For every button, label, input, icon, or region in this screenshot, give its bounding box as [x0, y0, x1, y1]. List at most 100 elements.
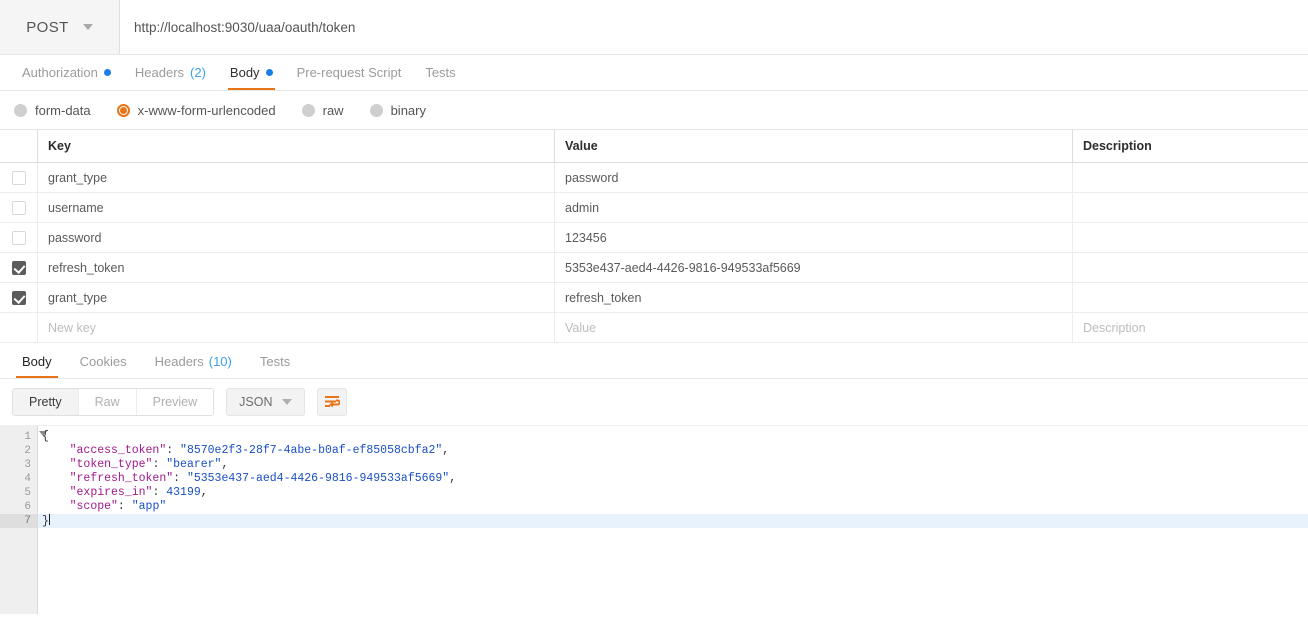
- token-key: "refresh_token": [69, 472, 174, 485]
- response-body-viewer[interactable]: 12 3 4 5 67 { "access_token": "8570e2f3-28f7…: [0, 425, 1308, 614]
- code-line: "expires_in": 43199,: [38, 486, 1308, 500]
- token-pun: ,: [221, 458, 229, 471]
- body-type-form-data[interactable]: form-data: [14, 103, 91, 118]
- checkbox-unchecked-icon[interactable]: [11, 230, 26, 245]
- param-description-cell[interactable]: [1073, 193, 1308, 222]
- param-key-cell[interactable]: username: [38, 193, 555, 222]
- param-key: grant_type: [48, 170, 108, 185]
- code-line: "refresh_token": "5353e437-aed4-4426-981…: [38, 472, 1308, 486]
- param-key-cell[interactable]: grant_type: [38, 163, 555, 192]
- text-cursor: [48, 514, 50, 525]
- tab-label: Cookies: [79, 354, 127, 369]
- token-num: 43199: [166, 486, 201, 499]
- token-pun: :: [117, 500, 132, 513]
- new-value-input[interactable]: Value: [565, 321, 596, 335]
- postman-window: POST http://localhost:9030/uaa/oauth/tok…: [0, 0, 1308, 619]
- token-pun: [42, 500, 70, 513]
- body-type-label: x-www-form-urlencoded: [137, 102, 276, 118]
- param-value-cell[interactable]: 123456: [555, 223, 1073, 252]
- checkbox-unchecked-icon[interactable]: [11, 170, 26, 185]
- radio-icon[interactable]: [116, 103, 130, 117]
- table-row[interactable]: password 123456: [0, 223, 1308, 253]
- table-row[interactable]: grant_type password: [0, 163, 1308, 193]
- view-mode-preview[interactable]: Preview: [135, 389, 214, 415]
- table-header-row: Key Value Description: [0, 130, 1308, 163]
- request-url-bar: POST http://localhost:9030/uaa/oauth/tok…: [0, 0, 1308, 55]
- param-value-cell[interactable]: refresh_token: [555, 283, 1073, 312]
- code-line: "access_token": "8570e2f3-28f7-4abe-b0af…: [38, 444, 1308, 458]
- checkbox-checked-icon[interactable]: [11, 290, 26, 305]
- param-key-cell[interactable]: grant_type: [38, 283, 555, 312]
- param-description-cell[interactable]: [1073, 283, 1308, 312]
- response-tab-cookies[interactable]: Cookies: [66, 345, 141, 378]
- param-value: admin: [565, 200, 600, 215]
- response-view-mode-group: Pretty Raw Preview: [12, 388, 215, 416]
- param-value: refresh_token: [565, 290, 642, 305]
- http-method-dropdown[interactable]: POST: [0, 0, 120, 54]
- line-number: 1: [0, 430, 47, 444]
- param-value: 5353e437-aed4-4426-9816-949533af5669: [565, 260, 801, 275]
- body-type-label: form-data: [35, 102, 91, 118]
- response-body-code[interactable]: { "access_token": "8570e2f3-28f7-4abe-b0…: [38, 426, 1308, 614]
- word-wrap-button[interactable]: [317, 388, 348, 416]
- tab-label: Headers: [134, 65, 185, 80]
- body-type-label: raw: [322, 102, 344, 118]
- tab-label: Body: [229, 65, 260, 80]
- request-tab-authorization[interactable]: Authorization: [10, 55, 123, 90]
- response-tab-tests[interactable]: Tests: [246, 345, 304, 378]
- param-description-cell[interactable]: [1073, 163, 1308, 192]
- response-format-dropdown[interactable]: JSON: [226, 388, 306, 416]
- request-tab-tests[interactable]: Tests: [413, 55, 467, 90]
- checkbox-unchecked-icon[interactable]: [11, 200, 26, 215]
- table-row[interactable]: username admin: [0, 193, 1308, 223]
- body-type-raw[interactable]: raw: [301, 102, 344, 118]
- tab-count-badge: (2): [190, 65, 206, 80]
- token-pun: [42, 444, 70, 457]
- param-key: refresh_token: [48, 260, 125, 275]
- request-tab-pre-request-script[interactable]: Pre-request Script: [285, 55, 414, 90]
- response-tab-body[interactable]: Body: [8, 345, 66, 378]
- url-input[interactable]: http://localhost:9030/uaa/oauth/token: [120, 0, 1308, 54]
- code-line: "scope": "app": [38, 500, 1308, 514]
- chevron-down-icon: [282, 399, 293, 405]
- table-row[interactable]: refresh_token 5353e437-aed4-4426-9816-949…: [0, 253, 1308, 283]
- radio-icon[interactable]: [301, 103, 315, 117]
- chevron-down-icon: [82, 24, 93, 30]
- param-description-cell[interactable]: [1073, 223, 1308, 252]
- param-value-cell[interactable]: admin: [555, 193, 1073, 222]
- param-key: username: [48, 200, 104, 215]
- word-wrap-icon: [325, 396, 341, 408]
- request-tab-body[interactable]: Body: [218, 55, 285, 90]
- line-number: 5: [24, 487, 31, 499]
- param-key-cell[interactable]: refresh_token: [38, 253, 555, 282]
- new-row-checkbox-cell: [0, 313, 38, 342]
- param-key-cell[interactable]: password: [38, 223, 555, 252]
- line-number: 4: [24, 473, 31, 485]
- new-param-row[interactable]: New key Value Description: [0, 313, 1308, 343]
- response-tab-headers[interactable]: Headers (10): [141, 345, 246, 378]
- body-type-x-www-form-urlencoded[interactable]: x-www-form-urlencoded: [116, 102, 276, 118]
- view-mode-pretty[interactable]: Pretty: [13, 389, 78, 415]
- response-toolbar: Pretty Raw Preview JSON: [0, 379, 1308, 425]
- token-pun: ,: [449, 472, 457, 485]
- request-tab-headers[interactable]: Headers (2): [123, 55, 218, 90]
- radio-icon[interactable]: [369, 103, 383, 117]
- row-checkbox-cell: [0, 223, 38, 252]
- token-str: "bearer": [166, 458, 222, 471]
- new-description-input[interactable]: Description: [1083, 321, 1146, 335]
- token-pun: [42, 458, 70, 471]
- token-pun: }: [42, 515, 49, 528]
- tab-modified-dot-icon: [265, 69, 273, 76]
- body-type-binary[interactable]: binary: [369, 103, 426, 118]
- param-value-cell[interactable]: password: [555, 163, 1073, 192]
- view-mode-raw[interactable]: Raw: [77, 389, 136, 415]
- token-key: "scope": [69, 500, 118, 513]
- tab-label: Tests: [259, 354, 291, 369]
- param-description-cell[interactable]: [1073, 253, 1308, 282]
- new-key-input[interactable]: New key: [48, 321, 96, 335]
- param-value-cell[interactable]: 5353e437-aed4-4426-9816-949533af5669: [555, 253, 1073, 282]
- param-value: 123456: [565, 230, 607, 245]
- checkbox-checked-icon[interactable]: [11, 260, 26, 275]
- table-row[interactable]: grant_type refresh_token: [0, 283, 1308, 313]
- radio-icon[interactable]: [14, 103, 27, 117]
